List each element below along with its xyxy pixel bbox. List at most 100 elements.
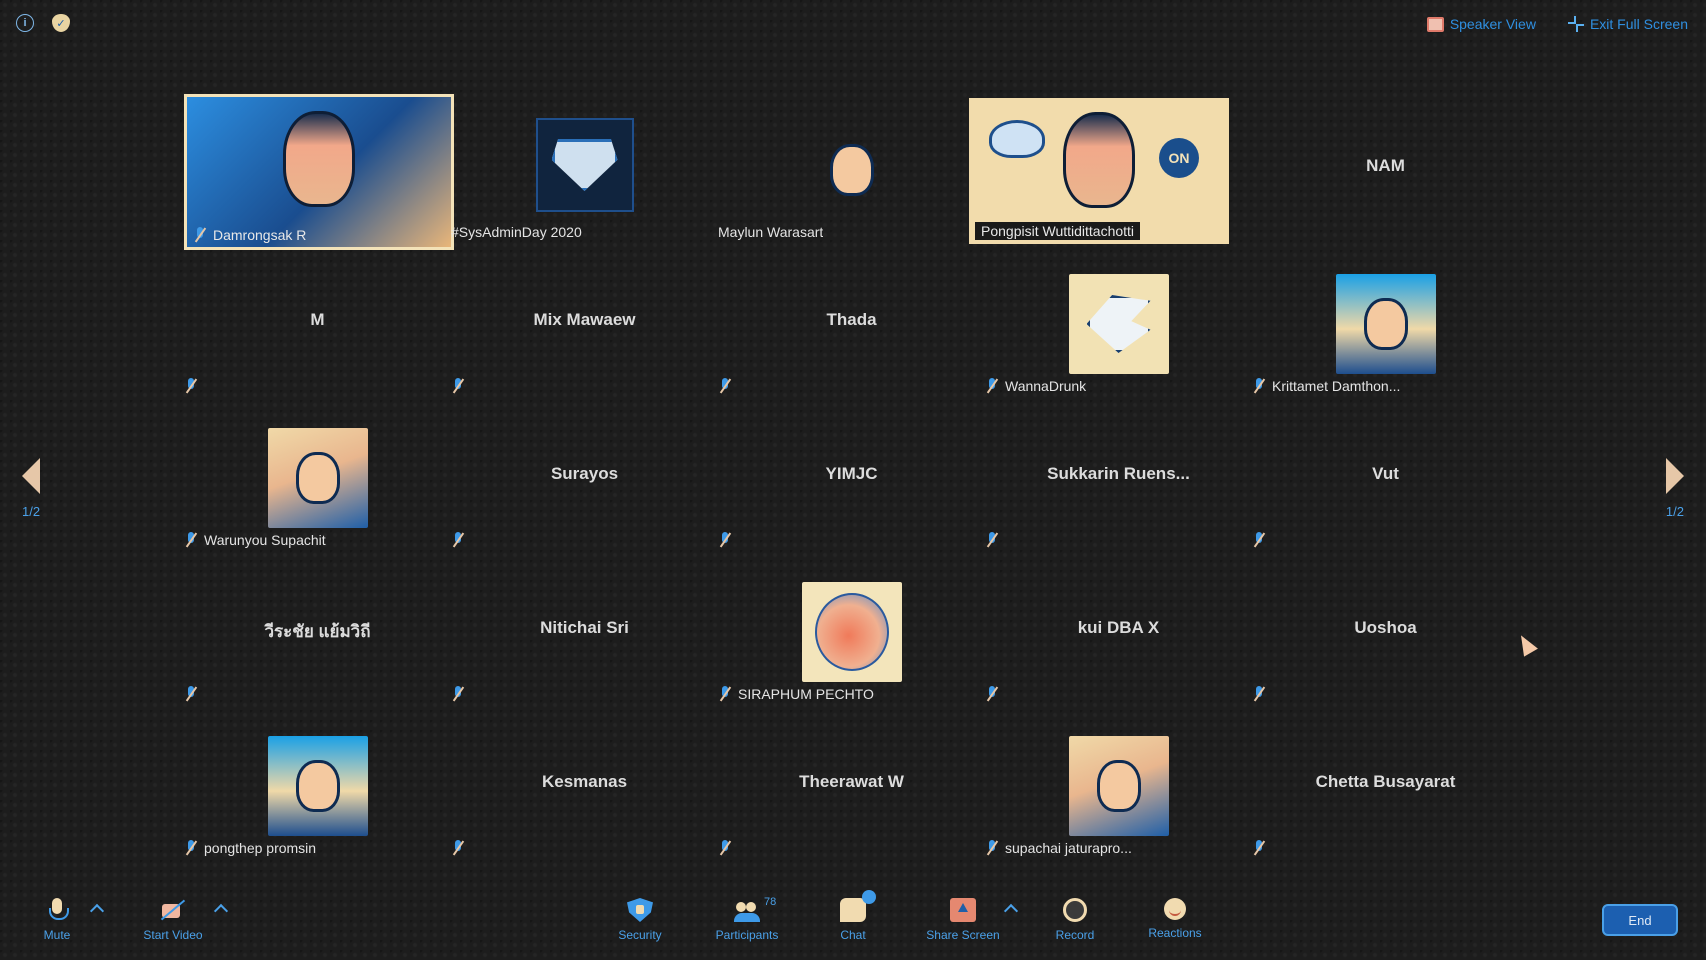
share-screen-icon: [950, 898, 976, 922]
record-icon: [1063, 898, 1087, 922]
participants-button[interactable]: 78 Participants: [692, 896, 802, 942]
participant-tile[interactable]: SIRAPHUM PECHTO: [718, 556, 985, 710]
info-icon[interactable]: i: [16, 14, 34, 32]
participant-footer: [184, 686, 198, 702]
participant-tile[interactable]: Thada: [718, 248, 985, 402]
mic-muted-icon: [451, 840, 465, 856]
chat-button[interactable]: Chat: [798, 890, 908, 942]
speaker-view-label: Speaker View: [1449, 16, 1536, 32]
participant-footer: WannaDrunk: [985, 378, 1086, 394]
mic-muted-icon: [1252, 840, 1266, 856]
next-page-arrow-icon[interactable]: [1665, 458, 1684, 494]
camera-off-icon: [160, 898, 186, 922]
participant-tile[interactable]: supachai jaturapro...: [985, 710, 1252, 864]
reactions-smiley-icon: [1164, 898, 1186, 920]
participant-name: Damrongsak R: [213, 227, 307, 243]
speaker-view-button[interactable]: Speaker View: [1426, 16, 1536, 32]
sysadmin-logo-icon: [989, 120, 1045, 158]
exit-full-screen-label: Exit Full Screen: [1589, 16, 1688, 32]
mic-muted-icon: [985, 840, 999, 856]
mic-muted-icon: [184, 686, 198, 702]
start-video-button[interactable]: Start Video: [118, 898, 228, 942]
mic-muted-icon: [718, 686, 732, 702]
participant-tile[interactable]: Krittamet Damthon...: [1252, 248, 1519, 402]
start-video-label: Start Video: [143, 928, 203, 942]
security-shield-icon: [627, 898, 653, 922]
participant-tile[interactable]: วีระชัย แย้มวิถี: [184, 556, 451, 710]
participants-label: Participants: [715, 928, 779, 942]
microphone-icon: [44, 898, 70, 922]
security-label: Security: [618, 928, 662, 942]
participant-tile[interactable]: ON Pongpisit Wuttidittachotti: [969, 94, 1252, 248]
participant-avatar: [801, 582, 902, 682]
share-screen-button[interactable]: Share Screen: [908, 898, 1018, 942]
participant-face: [283, 111, 355, 207]
mic-muted-icon: [451, 378, 465, 394]
participant-avatar: [267, 736, 368, 836]
encryption-shield-icon[interactable]: ✓: [52, 14, 70, 32]
participants-icon: 78: [734, 896, 776, 922]
participant-video: ON Pongpisit Wuttidittachotti: [969, 98, 1229, 244]
eagle-icon: [1086, 295, 1151, 353]
participant-tile[interactable]: YIMJC: [718, 402, 985, 556]
participant-footer: [451, 532, 465, 548]
participant-caption: Damrongsak R: [193, 227, 306, 243]
mic-muted-icon: [985, 532, 999, 548]
participant-name: Thada: [826, 310, 877, 329]
participant-name: Pongpisit Wuttidittachotti: [981, 223, 1135, 239]
participant-tile[interactable]: Surayos: [451, 402, 718, 556]
participant-tile[interactable]: Uoshoa: [1252, 556, 1519, 710]
participant-avatar: [1068, 736, 1169, 836]
participant-name: Krittamet Damthon...: [1272, 378, 1401, 394]
reactions-button[interactable]: Reactions: [1120, 898, 1230, 940]
participant-name: วีระชัย แย้มวิถี: [264, 622, 371, 641]
reactions-label: Reactions: [1148, 926, 1202, 940]
previous-page-arrow-icon[interactable]: [22, 458, 41, 494]
mic-muted-icon: [1252, 686, 1266, 702]
participant-tile[interactable]: #SysAdminDay 2020: [451, 94, 718, 248]
participant-tile[interactable]: M: [184, 248, 451, 402]
end-meeting-button[interactable]: End: [1602, 904, 1678, 936]
participant-tile[interactable]: Warunyou Supachit: [184, 402, 451, 556]
record-button[interactable]: Record: [1020, 898, 1130, 942]
participant-avatar: [812, 120, 892, 220]
participant-tile[interactable]: Chetta Busayarat: [1252, 710, 1519, 864]
chat-notification-badge: [862, 890, 876, 904]
on-badge-icon: ON: [1159, 138, 1199, 178]
gallery-grid: Damrongsak R #SysAdminDay 2020 Maylun Wa…: [184, 94, 1519, 864]
mic-muted-icon: [985, 686, 999, 702]
participant-name: Vut: [1372, 464, 1399, 483]
participant-tile[interactable]: Vut: [1252, 402, 1519, 556]
mic-muted-icon: [718, 532, 732, 548]
exit-full-screen-button[interactable]: Exit Full Screen: [1567, 16, 1688, 32]
meeting-toolbar: Mute Start Video Security 78 Participant…: [0, 890, 1706, 960]
avatar-head: [295, 452, 340, 504]
security-button[interactable]: Security: [585, 898, 695, 942]
mic-muted-icon: [985, 378, 999, 394]
participant-footer: #SysAdminDay 2020: [451, 224, 582, 240]
participant-avatar: [1335, 274, 1436, 374]
participant-footer: [184, 378, 198, 394]
mic-muted-icon: [451, 686, 465, 702]
participant-tile[interactable]: Theerawat W: [718, 710, 985, 864]
mic-muted-icon: [1252, 378, 1266, 394]
participant-footer: [451, 378, 465, 394]
participant-tile[interactable]: kui DBA X: [985, 556, 1252, 710]
participant-tile[interactable]: pongthep promsin: [184, 710, 451, 864]
participant-tile[interactable]: Kesmanas: [451, 710, 718, 864]
participant-tile[interactable]: NAM: [1252, 94, 1519, 248]
participant-tile[interactable]: Sukkarin Ruens...: [985, 402, 1252, 556]
participant-name: Nitichai Sri: [540, 618, 629, 637]
participant-tile[interactable]: Nitichai Sri: [451, 556, 718, 710]
participant-tile[interactable]: Mix Mawaew: [451, 248, 718, 402]
participant-tile[interactable]: WannaDrunk: [985, 248, 1252, 402]
participant-name: supachai jaturapro...: [1005, 840, 1132, 856]
participant-tile[interactable]: Damrongsak R: [184, 94, 454, 250]
participant-footer: [985, 686, 999, 702]
participant-name: Theerawat W: [799, 772, 904, 791]
participant-footer: [985, 532, 999, 548]
participant-caption: Pongpisit Wuttidittachotti: [975, 222, 1141, 240]
participant-tile[interactable]: Maylun Warasart: [718, 94, 985, 248]
participant-footer: Warunyou Supachit: [184, 532, 326, 548]
avatar-head: [829, 144, 874, 196]
